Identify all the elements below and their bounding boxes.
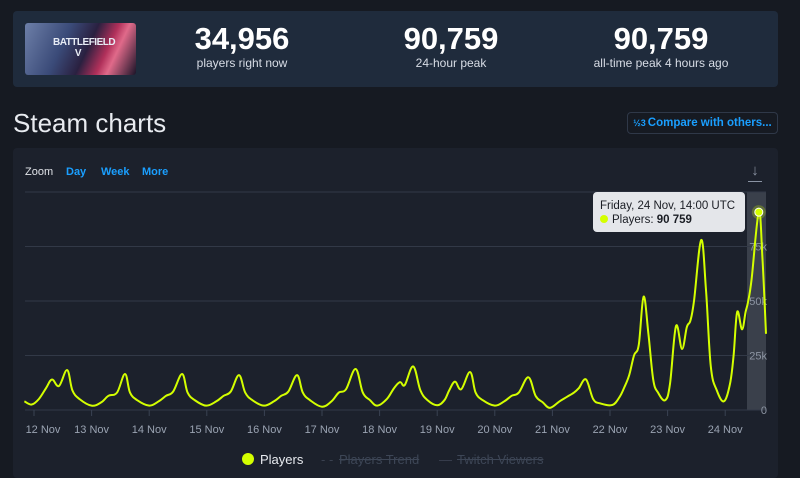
y-tick-label: 75k xyxy=(749,242,767,254)
legend-twitch-viewers[interactable]: Twitch Viewers xyxy=(457,452,543,467)
x-tick-label: 12 Nov xyxy=(26,424,61,436)
tooltip-value: 90 759 xyxy=(656,214,692,226)
chart-tooltip: Friday, 24 Nov, 14:00 UTC Players: 90 75… xyxy=(593,192,745,232)
legend-players-trend-icon: - - xyxy=(321,452,334,467)
y-tick-label: 25k xyxy=(749,351,767,363)
hover-point xyxy=(754,207,764,217)
tooltip-series: Players: xyxy=(612,214,654,226)
x-tick-label: 15 Nov xyxy=(189,424,224,436)
x-tick-label: 13 Nov xyxy=(74,424,109,436)
y-tick-label: 0 xyxy=(761,405,767,417)
players-series-line xyxy=(23,211,767,409)
x-tick-label: 18 Nov xyxy=(362,424,397,436)
x-tick-label: 14 Nov xyxy=(132,424,167,436)
legend-players-dot-icon xyxy=(242,453,254,465)
legend-twitch-icon: — xyxy=(439,452,452,467)
player-count-chart[interactable]: 12 Nov 13 Nov 14 Nov 15 Nov 16 Nov 17 Nov 18 N… xyxy=(0,0,800,474)
x-tick-label: 20 Nov xyxy=(477,424,512,436)
legend-players[interactable]: Players xyxy=(260,452,303,467)
x-tick-label: 24 Nov xyxy=(708,424,743,436)
x-tick-label: 16 Nov xyxy=(247,424,282,436)
legend-players-trend[interactable]: Players Trend xyxy=(339,452,419,467)
x-tick-label: 19 Nov xyxy=(420,424,455,436)
x-tick-label: 17 Nov xyxy=(305,424,340,436)
tooltip-value-row: Players: 90 759 xyxy=(600,214,692,226)
series-dot-icon xyxy=(600,215,608,223)
tooltip-date: Friday, 24 Nov, 14:00 UTC xyxy=(600,200,736,212)
x-tick-label: 21 Nov xyxy=(535,424,570,436)
x-tick-label: 22 Nov xyxy=(593,424,628,436)
x-tick-label: 23 Nov xyxy=(650,424,685,436)
